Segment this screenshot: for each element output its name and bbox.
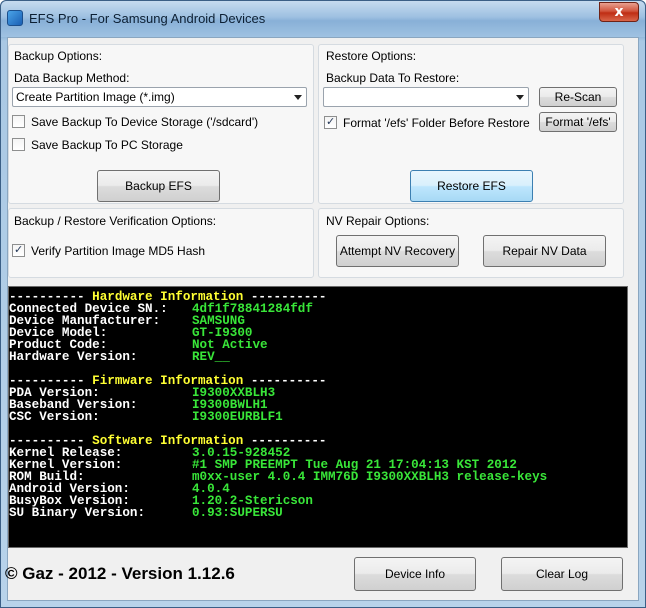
rescan-button[interactable]: Re-Scan [539,87,617,107]
backup-method-label: Data Backup Method: [14,71,130,85]
backup-method-value: Create Partition Image (*.img) [16,90,175,104]
app-window: EFS Pro - For Samsung Android Devices x … [0,0,646,608]
app-icon [7,10,23,26]
save-device-label: Save Backup To Device Storage ('/sdcard'… [31,115,259,129]
save-device-checkbox-row[interactable]: Save Backup To Device Storage ('/sdcard'… [12,115,302,131]
chevron-down-icon [516,95,524,100]
checkmark-icon: ✓ [14,243,24,256]
clear-log-button[interactable]: Clear Log [501,557,623,591]
backup-method-select[interactable]: Create Partition Image (*.img) [12,87,307,107]
verify-md5-label: Verify Partition Image MD5 Hash [31,244,206,258]
verification-options-label: Backup / Restore Verification Options: [14,214,217,228]
verify-md5-checkbox[interactable]: ✓ [12,243,25,257]
nv-repair-options-label: NV Repair Options: [326,214,430,228]
title-bar[interactable]: EFS Pro - For Samsung Android Devices x [1,1,645,37]
checkmark-icon: ✓ [326,115,336,128]
device-info-button[interactable]: Device Info [354,557,476,591]
save-pc-checkbox[interactable] [12,138,25,151]
backup-options-label: Backup Options: [14,49,103,63]
console-output[interactable]: ---------- Hardware Information --------… [8,286,628,548]
verify-md5-checkbox-row[interactable]: ✓ Verify Partition Image MD5 Hash [12,243,302,260]
restore-options-group: Restore Options: Backup Data To Restore:… [318,44,624,204]
attempt-nv-recovery-button[interactable]: Attempt NV Recovery [336,235,459,267]
copyright-text: © Gaz - 2012 - Version 1.12.6 [5,564,235,583]
client-area: Backup Options: Data Backup Method: Crea… [5,37,639,601]
restore-data-select[interactable] [323,87,529,107]
backup-efs-button[interactable]: Backup EFS [97,170,220,202]
format-efs-button[interactable]: Format '/efs' [539,112,617,132]
restore-efs-button[interactable]: Restore EFS [410,170,533,202]
nv-repair-options-group: NV Repair Options: Attempt NV Recovery R… [318,208,624,278]
save-pc-label: Save Backup To PC Storage [31,138,183,152]
backup-options-group: Backup Options: Data Backup Method: Crea… [8,44,314,204]
chevron-down-icon [294,95,302,100]
save-device-checkbox[interactable] [12,115,25,128]
repair-nv-data-button[interactable]: Repair NV Data [483,235,606,267]
save-pc-checkbox-row[interactable]: Save Backup To PC Storage [12,138,302,154]
close-button[interactable]: x [599,2,639,22]
format-efs-checkbox-row[interactable]: ✓ Format '/efs' Folder Before Restore [324,115,534,132]
verification-options-group: Backup / Restore Verification Options: ✓… [8,208,314,278]
restore-options-label: Restore Options: [326,49,417,63]
format-efs-checkbox[interactable]: ✓ [324,115,337,129]
window-title: EFS Pro - For Samsung Android Devices [29,11,266,26]
format-efs-label: Format '/efs' Folder Before Restore [343,116,530,130]
restore-data-label: Backup Data To Restore: [326,71,460,85]
